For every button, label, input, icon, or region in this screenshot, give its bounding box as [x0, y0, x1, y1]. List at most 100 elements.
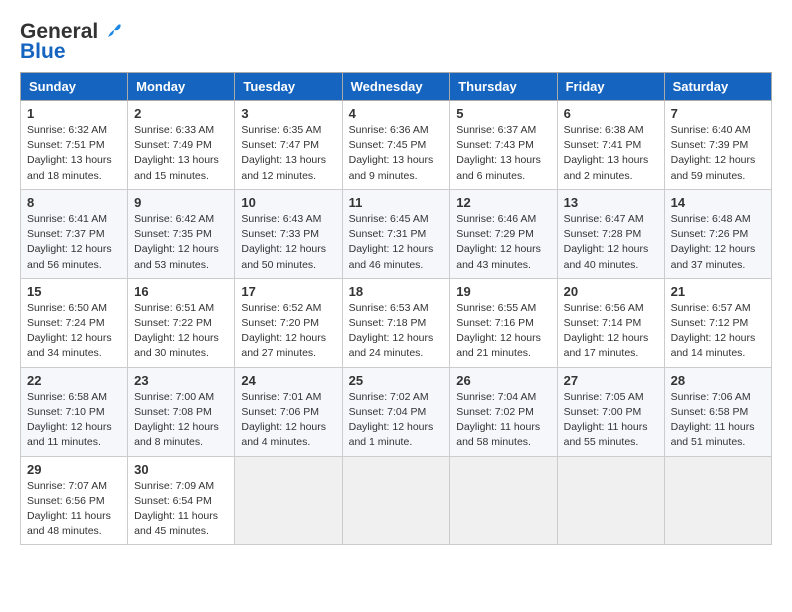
daylight-label: Daylight: 13 hours and 2 minutes. — [564, 154, 649, 181]
calendar-cell — [557, 456, 664, 545]
daylight-label: Daylight: 12 hours and 1 minute. — [349, 421, 434, 448]
day-info: Sunrise: 7:09 AM Sunset: 6:54 PM Dayligh… — [134, 479, 228, 540]
calendar-cell — [450, 456, 557, 545]
calendar-cell: 24 Sunrise: 7:01 AM Sunset: 7:06 PM Dayl… — [235, 367, 342, 456]
sunset-label: Sunset: 7:00 PM — [564, 406, 642, 418]
sunrise-label: Sunrise: 6:45 AM — [349, 213, 429, 225]
sunrise-label: Sunrise: 6:56 AM — [564, 302, 644, 314]
daylight-label: Daylight: 12 hours and 4 minutes. — [241, 421, 326, 448]
day-info: Sunrise: 6:57 AM Sunset: 7:12 PM Dayligh… — [671, 301, 765, 362]
day-info: Sunrise: 6:45 AM Sunset: 7:31 PM Dayligh… — [349, 212, 444, 273]
sunrise-label: Sunrise: 6:50 AM — [27, 302, 107, 314]
page-header: General Blue — [20, 20, 772, 64]
day-number: 15 — [27, 284, 121, 299]
day-number: 29 — [27, 462, 121, 477]
sunrise-label: Sunrise: 6:51 AM — [134, 302, 214, 314]
calendar-cell: 20 Sunrise: 6:56 AM Sunset: 7:14 PM Dayl… — [557, 278, 664, 367]
calendar-cell: 11 Sunrise: 6:45 AM Sunset: 7:31 PM Dayl… — [342, 189, 450, 278]
day-number: 19 — [456, 284, 550, 299]
sunset-label: Sunset: 7:20 PM — [241, 317, 319, 329]
daylight-label: Daylight: 12 hours and 8 minutes. — [134, 421, 219, 448]
calendar-cell — [235, 456, 342, 545]
day-number: 11 — [349, 195, 444, 210]
day-info: Sunrise: 7:02 AM Sunset: 7:04 PM Dayligh… — [349, 390, 444, 451]
day-number: 1 — [27, 106, 121, 121]
sunrise-label: Sunrise: 6:55 AM — [456, 302, 536, 314]
sunset-label: Sunset: 7:49 PM — [134, 139, 212, 151]
calendar-cell — [342, 456, 450, 545]
sunset-label: Sunset: 7:26 PM — [671, 228, 749, 240]
day-info: Sunrise: 6:35 AM Sunset: 7:47 PM Dayligh… — [241, 123, 335, 184]
day-number: 7 — [671, 106, 765, 121]
calendar-cell: 7 Sunrise: 6:40 AM Sunset: 7:39 PM Dayli… — [664, 101, 771, 190]
calendar-week-row: 15 Sunrise: 6:50 AM Sunset: 7:24 PM Dayl… — [21, 278, 772, 367]
daylight-label: Daylight: 12 hours and 50 minutes. — [241, 243, 326, 270]
day-number: 13 — [564, 195, 658, 210]
sunset-label: Sunset: 6:54 PM — [134, 495, 212, 507]
day-info: Sunrise: 6:40 AM Sunset: 7:39 PM Dayligh… — [671, 123, 765, 184]
sunrise-label: Sunrise: 6:33 AM — [134, 124, 214, 136]
sunrise-label: Sunrise: 7:07 AM — [27, 480, 107, 492]
sunset-label: Sunset: 7:16 PM — [456, 317, 534, 329]
calendar-table: SundayMondayTuesdayWednesdayThursdayFrid… — [20, 72, 772, 545]
daylight-label: Daylight: 12 hours and 34 minutes. — [27, 332, 112, 359]
daylight-label: Daylight: 12 hours and 27 minutes. — [241, 332, 326, 359]
sunrise-label: Sunrise: 7:04 AM — [456, 391, 536, 403]
sunrise-label: Sunrise: 7:01 AM — [241, 391, 321, 403]
sunrise-label: Sunrise: 6:36 AM — [349, 124, 429, 136]
sunset-label: Sunset: 7:35 PM — [134, 228, 212, 240]
sunset-label: Sunset: 7:45 PM — [349, 139, 427, 151]
day-info: Sunrise: 7:01 AM Sunset: 7:06 PM Dayligh… — [241, 390, 335, 451]
calendar-cell: 14 Sunrise: 6:48 AM Sunset: 7:26 PM Dayl… — [664, 189, 771, 278]
calendar-cell: 22 Sunrise: 6:58 AM Sunset: 7:10 PM Dayl… — [21, 367, 128, 456]
sunrise-label: Sunrise: 6:47 AM — [564, 213, 644, 225]
sunset-label: Sunset: 7:12 PM — [671, 317, 749, 329]
calendar-week-row: 8 Sunrise: 6:41 AM Sunset: 7:37 PM Dayli… — [21, 189, 772, 278]
day-info: Sunrise: 7:04 AM Sunset: 7:02 PM Dayligh… — [456, 390, 550, 451]
daylight-label: Daylight: 13 hours and 15 minutes. — [134, 154, 219, 181]
day-number: 3 — [241, 106, 335, 121]
day-info: Sunrise: 6:43 AM Sunset: 7:33 PM Dayligh… — [241, 212, 335, 273]
day-number: 23 — [134, 373, 228, 388]
calendar-cell: 9 Sunrise: 6:42 AM Sunset: 7:35 PM Dayli… — [128, 189, 235, 278]
day-number: 10 — [241, 195, 335, 210]
calendar-cell — [664, 456, 771, 545]
sunset-label: Sunset: 7:28 PM — [564, 228, 642, 240]
calendar-cell: 13 Sunrise: 6:47 AM Sunset: 7:28 PM Dayl… — [557, 189, 664, 278]
calendar-cell: 28 Sunrise: 7:06 AM Sunset: 6:58 PM Dayl… — [664, 367, 771, 456]
calendar-cell: 16 Sunrise: 6:51 AM Sunset: 7:22 PM Dayl… — [128, 278, 235, 367]
daylight-label: Daylight: 12 hours and 40 minutes. — [564, 243, 649, 270]
day-info: Sunrise: 6:56 AM Sunset: 7:14 PM Dayligh… — [564, 301, 658, 362]
calendar-cell: 6 Sunrise: 6:38 AM Sunset: 7:41 PM Dayli… — [557, 101, 664, 190]
day-info: Sunrise: 6:41 AM Sunset: 7:37 PM Dayligh… — [27, 212, 121, 273]
sunrise-label: Sunrise: 6:38 AM — [564, 124, 644, 136]
daylight-label: Daylight: 11 hours and 48 minutes. — [27, 510, 111, 537]
day-number: 28 — [671, 373, 765, 388]
calendar-cell: 2 Sunrise: 6:33 AM Sunset: 7:49 PM Dayli… — [128, 101, 235, 190]
day-number: 21 — [671, 284, 765, 299]
calendar-cell: 12 Sunrise: 6:46 AM Sunset: 7:29 PM Dayl… — [450, 189, 557, 278]
calendar-cell: 4 Sunrise: 6:36 AM Sunset: 7:45 PM Dayli… — [342, 101, 450, 190]
calendar-week-row: 1 Sunrise: 6:32 AM Sunset: 7:51 PM Dayli… — [21, 101, 772, 190]
day-info: Sunrise: 6:36 AM Sunset: 7:45 PM Dayligh… — [349, 123, 444, 184]
sunset-label: Sunset: 7:51 PM — [27, 139, 105, 151]
day-info: Sunrise: 7:05 AM Sunset: 7:00 PM Dayligh… — [564, 390, 658, 451]
sunset-label: Sunset: 7:47 PM — [241, 139, 319, 151]
sunset-label: Sunset: 7:39 PM — [671, 139, 749, 151]
column-header-friday: Friday — [557, 73, 664, 101]
day-info: Sunrise: 6:47 AM Sunset: 7:28 PM Dayligh… — [564, 212, 658, 273]
sunset-label: Sunset: 7:33 PM — [241, 228, 319, 240]
sunrise-label: Sunrise: 6:46 AM — [456, 213, 536, 225]
daylight-label: Daylight: 12 hours and 14 minutes. — [671, 332, 756, 359]
day-number: 12 — [456, 195, 550, 210]
calendar-cell: 21 Sunrise: 6:57 AM Sunset: 7:12 PM Dayl… — [664, 278, 771, 367]
sunrise-label: Sunrise: 6:57 AM — [671, 302, 751, 314]
daylight-label: Daylight: 12 hours and 59 minutes. — [671, 154, 756, 181]
column-header-wednesday: Wednesday — [342, 73, 450, 101]
sunset-label: Sunset: 7:22 PM — [134, 317, 212, 329]
calendar-cell: 27 Sunrise: 7:05 AM Sunset: 7:00 PM Dayl… — [557, 367, 664, 456]
day-number: 26 — [456, 373, 550, 388]
day-number: 18 — [349, 284, 444, 299]
day-info: Sunrise: 6:52 AM Sunset: 7:20 PM Dayligh… — [241, 301, 335, 362]
calendar-cell: 26 Sunrise: 7:04 AM Sunset: 7:02 PM Dayl… — [450, 367, 557, 456]
